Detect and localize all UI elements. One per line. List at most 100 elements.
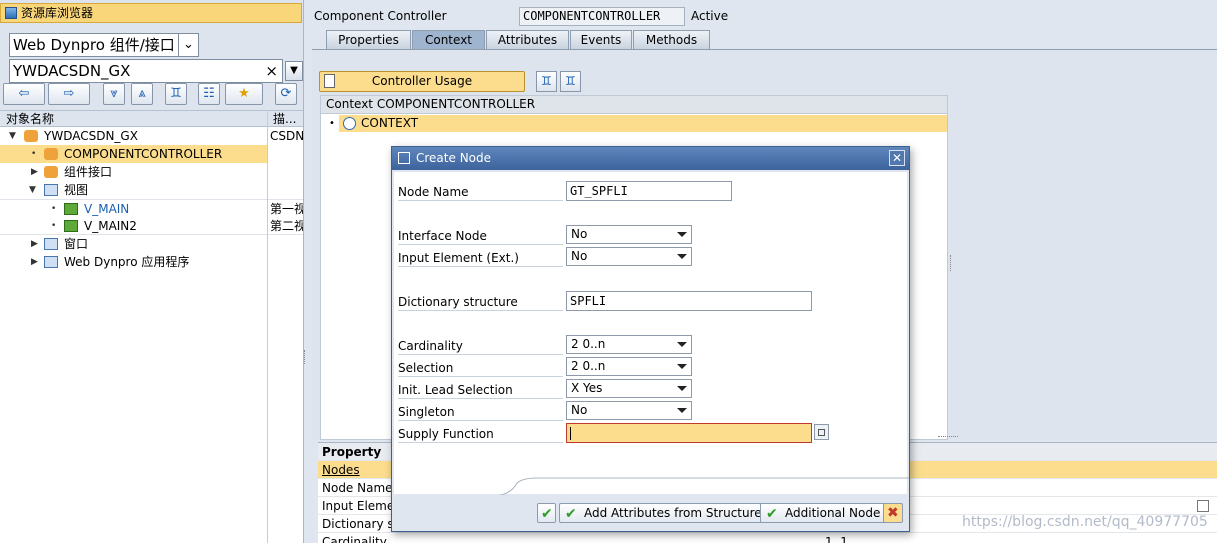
field-label-text: Node Name <box>398 185 469 199</box>
bullet-icon: • <box>51 221 57 231</box>
field-value: No <box>571 249 588 263</box>
splitter-handle[interactable] <box>950 255 952 271</box>
back-button[interactable]: ⇦ <box>3 83 45 105</box>
tree-row-v-main2[interactable]: • V_MAIN2 第二视 <box>0 217 303 235</box>
input-element-checkbox[interactable] <box>1197 500 1209 512</box>
selection-select[interactable]: 2 0..n <box>566 357 692 376</box>
splitter-handle[interactable] <box>938 436 958 438</box>
object-type-select[interactable]: Web Dynpro 组件/接口 ⌄ <box>9 33 199 57</box>
cardinality-property-value: 1..1 <box>825 535 848 543</box>
tree-header-desc[interactable]: 描... <box>273 111 296 127</box>
confirm-button[interactable]: ✔ <box>537 503 556 523</box>
find-button[interactable]: ♊ <box>536 71 557 92</box>
collapse-all-button[interactable]: ⩓ <box>131 83 153 105</box>
cancel-icon: ✖ <box>887 505 899 521</box>
tab-events[interactable]: Events <box>570 30 632 49</box>
dictionary-structure-input[interactable]: SPFLI <box>566 291 812 311</box>
check-icon: ✔ <box>766 506 778 522</box>
object-name-input[interactable]: YWDACSDN_GX × <box>9 59 283 83</box>
tab-methods[interactable]: Methods <box>633 30 710 49</box>
tree-item-desc: 第二视 <box>270 219 303 233</box>
property-row-label: Cardinality <box>322 535 387 543</box>
cardinality-label: Cardinality <box>398 335 563 355</box>
tree-row-windows[interactable]: ▶ 窗口 <box>0 235 303 253</box>
tree-item-desc: 第一视 <box>270 202 303 216</box>
check-icon: ✔ <box>565 506 577 522</box>
application-icon <box>44 256 58 268</box>
expand-toggle-icon[interactable]: ▶ <box>31 253 38 271</box>
expand-all-button[interactable]: ⩔ <box>103 83 125 105</box>
document-icon <box>324 74 335 88</box>
object-type-value: Web Dynpro 组件/接口 <box>13 36 175 54</box>
repository-browser-panel: 资源库浏览器 Web Dynpro 组件/接口 ⌄ YWDACSDN_GX × … <box>0 0 304 543</box>
button-label: Add Attributes from Structure <box>584 506 762 520</box>
cancel-button[interactable]: ✖ <box>883 503 903 523</box>
find-next-button[interactable]: ♊ <box>560 71 581 92</box>
browser-icon <box>5 7 17 19</box>
property-row-label: Node Name <box>322 481 393 495</box>
add-attributes-from-structure-button[interactable]: ✔ Add Attributes from Structure <box>559 503 769 523</box>
tab-properties[interactable]: Properties <box>326 30 411 49</box>
tree-row-applications[interactable]: ▶ Web Dynpro 应用程序 <box>0 253 303 271</box>
tree-row-interface[interactable]: ▶ 组件接口 <box>0 163 303 181</box>
repository-browser-title[interactable]: 资源库浏览器 <box>0 3 302 23</box>
additional-node-button[interactable]: ✔ Additional Node <box>760 503 888 523</box>
controller-usage-button[interactable]: Controller Usage <box>319 71 525 92</box>
property-section-label: Nodes <box>322 463 360 477</box>
hierarchy-button[interactable]: ☷ <box>198 83 220 105</box>
bullet-icon: • <box>31 149 37 159</box>
expand-toggle-icon[interactable]: ▶ <box>31 235 38 253</box>
expand-toggle-icon[interactable]: ▶ <box>31 163 38 181</box>
field-value: 2 0..n <box>571 337 606 351</box>
dialog-title-bar[interactable]: Create Node ✕ <box>392 147 909 170</box>
init-lead-selection-label: Init. Lead Selection <box>398 379 563 399</box>
collapse-toggle-icon[interactable]: ▼ <box>9 127 16 145</box>
node-name-input[interactable]: GT_SPFLI <box>566 181 732 201</box>
component-icon <box>24 130 38 142</box>
object-name-value: YWDACSDN_GX <box>13 62 131 80</box>
hierarchy-icon: ☷ <box>203 86 215 101</box>
column-separator[interactable] <box>267 110 268 543</box>
create-node-dialog: Create Node ✕ Node Name GT_SPFLI Interfa… <box>391 146 910 532</box>
dialog-footer-curve <box>392 477 909 497</box>
tree-header-name[interactable]: 对象名称 <box>6 111 54 127</box>
collapse-all-icon: ⩓ <box>138 86 146 101</box>
text-cursor <box>570 427 571 440</box>
property-row[interactable]: Cardinality 1..1 <box>318 533 1217 543</box>
context-panel-header: Context COMPONENTCONTROLLER <box>321 96 947 114</box>
object-name-dropdown-button[interactable]: ▼ <box>285 61 303 81</box>
tab-attributes[interactable]: Attributes <box>486 30 569 49</box>
init-lead-selection-select[interactable]: X Yes <box>566 379 692 398</box>
find-button[interactable]: ♊ <box>165 83 187 105</box>
interface-node-select[interactable]: No <box>566 225 692 244</box>
controller-name-field[interactable]: COMPONENTCONTROLLER <box>519 7 685 26</box>
tab-label: Properties <box>338 33 399 47</box>
chevron-down-icon[interactable]: ⌄ <box>178 34 198 56</box>
refresh-button[interactable]: ⟳ <box>275 83 297 105</box>
tree-row-component[interactable]: ▼ YWDACSDN_GX CSDN <box>0 127 303 145</box>
cardinality-select[interactable]: 2 0..n <box>566 335 692 354</box>
close-icon[interactable]: ✕ <box>889 150 905 166</box>
supply-function-label: Supply Function <box>398 423 563 443</box>
dropdown-arrow-icon <box>677 254 687 259</box>
context-node-label: CONTEXT <box>361 116 419 130</box>
object-tree: ▼ YWDACSDN_GX CSDN • COMPONENTCONTROLLER… <box>0 127 303 543</box>
tree-row-componentcontroller[interactable]: • COMPONENTCONTROLLER <box>0 145 303 163</box>
value-help-button[interactable] <box>814 424 829 440</box>
repository-browser-title-text: 资源库浏览器 <box>21 6 94 20</box>
favorites-button[interactable]: ★ <box>225 83 263 105</box>
tab-context[interactable]: Context <box>412 30 485 49</box>
input-element-select[interactable]: No <box>566 247 692 266</box>
collapse-toggle-icon[interactable]: ▼ <box>29 181 36 199</box>
star-icon: ★ <box>238 86 250 101</box>
tree-row-views[interactable]: ▼ 视图 <box>0 181 303 199</box>
clear-icon[interactable]: × <box>265 60 278 82</box>
supply-function-input[interactable] <box>566 423 812 443</box>
arrow-right-icon: ⇨ <box>63 86 75 101</box>
tree-row-v-main[interactable]: • V_MAIN 第一视 <box>0 199 303 217</box>
singleton-select[interactable]: No <box>566 401 692 420</box>
forward-button[interactable]: ⇨ <box>48 83 90 105</box>
tree-item-label: YWDACSDN_GX <box>44 129 138 143</box>
dropdown-arrow-icon <box>677 386 687 391</box>
context-root-node[interactable]: CONTEXT <box>339 115 947 132</box>
